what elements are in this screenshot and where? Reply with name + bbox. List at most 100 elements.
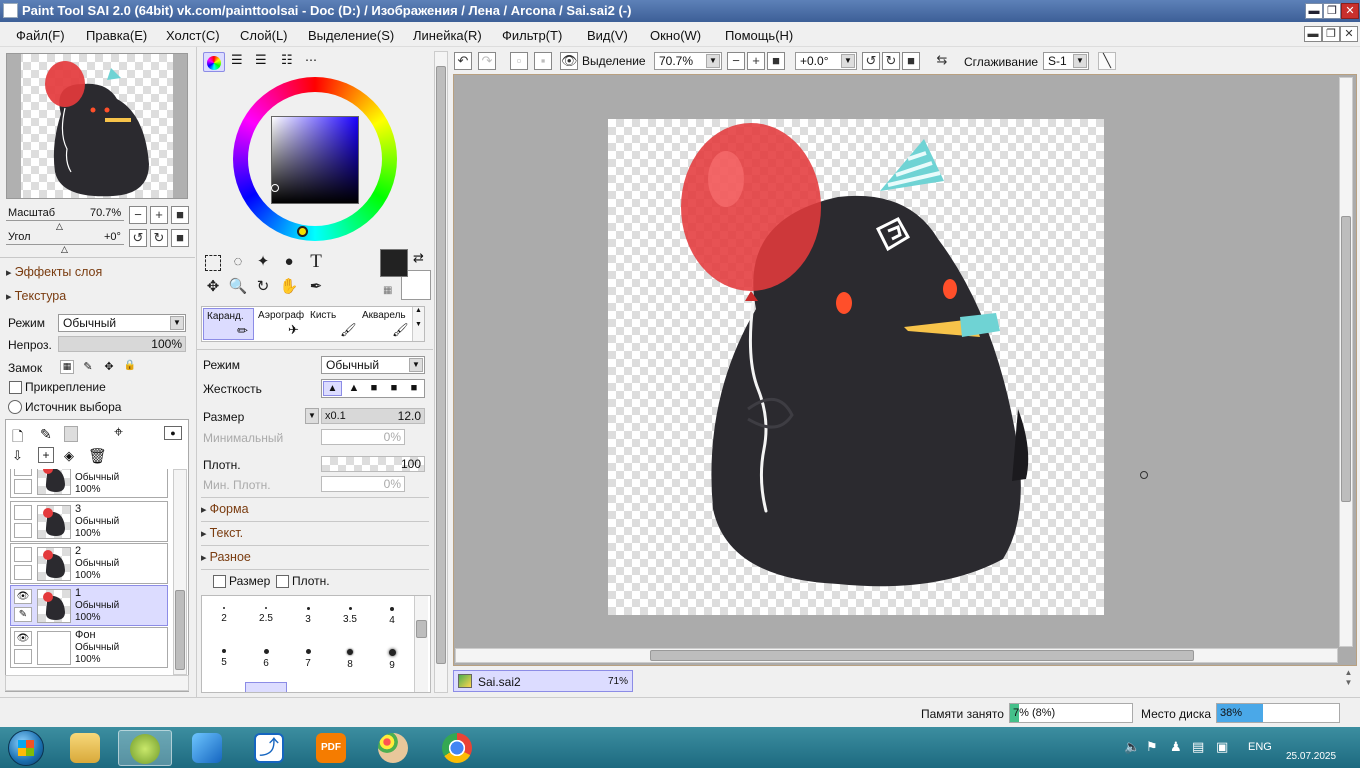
- document-tab[interactable]: Sai.sai2 71%: [453, 670, 633, 692]
- blend-mode-select[interactable]: Обычный ▼: [58, 314, 186, 332]
- rect-select-icon[interactable]: [202, 252, 224, 274]
- navigator-preview[interactable]: [6, 53, 188, 199]
- misc-section[interactable]: Разное: [201, 550, 251, 564]
- brush-size-cell[interactable]: 2: [203, 597, 245, 639]
- delete-layer-icon[interactable]: 🗑: [88, 447, 107, 465]
- scratchpad-tab[interactable]: ⋯: [305, 54, 317, 66]
- move-icon[interactable]: ✥: [202, 277, 224, 299]
- transform-icon[interactable]: ⌖: [114, 424, 123, 442]
- rotate-left-button[interactable]: ↺: [129, 229, 147, 247]
- texture-brush-section[interactable]: Текст.: [201, 526, 244, 540]
- tools-panel-scroll-thumb[interactable]: [436, 66, 446, 664]
- visibility-toggle[interactable]: [14, 469, 32, 476]
- display-icon[interactable]: ▣: [1216, 739, 1228, 755]
- new-folder-icon[interactable]: [64, 426, 78, 442]
- color-picker-handle[interactable]: [271, 184, 279, 192]
- lasso-icon[interactable]: ◌: [227, 252, 249, 274]
- hue-handle[interactable]: [297, 226, 308, 237]
- doc-minimize-button[interactable]: ▬: [1304, 26, 1322, 42]
- shape-section[interactable]: Форма: [201, 502, 249, 516]
- clock-date[interactable]: 25.07.2025: [1286, 751, 1336, 762]
- brush-size-cell[interactable]: 9: [371, 639, 413, 681]
- flip-horizontal-icon[interactable]: ⇆: [933, 52, 951, 70]
- pencil-icon[interactable]: ✎: [14, 607, 32, 622]
- rotate-tool-icon[interactable]: ↻: [252, 277, 274, 299]
- brush-size-cell[interactable]: 6: [245, 639, 287, 681]
- mask-icon[interactable]: ●: [164, 426, 182, 440]
- hand-tool-icon[interactable]: ✋: [278, 277, 300, 299]
- foreground-color-swatch[interactable]: [380, 249, 408, 277]
- lock-transparency-icon[interactable]: ▦: [60, 360, 74, 374]
- menu-file[interactable]: Файл(F): [16, 28, 65, 43]
- brush-size-cell[interactable]: 7: [287, 639, 329, 681]
- zoom-out-button[interactable]: −: [129, 206, 147, 224]
- canvas-vscroll-thumb[interactable]: [1341, 216, 1351, 502]
- brush-size-scrollbar[interactable]: [414, 596, 428, 692]
- new-vector-layer-icon[interactable]: ✎: [40, 426, 52, 443]
- menu-ruler[interactable]: Линейка(R): [413, 28, 482, 43]
- menu-help[interactable]: Помощь(H): [725, 28, 793, 43]
- min-size-slider[interactable]: 0%: [321, 429, 405, 445]
- zoom-slider-handle[interactable]: △: [56, 221, 63, 232]
- layer-hscrollbar[interactable]: [5, 675, 189, 691]
- zoom-slider[interactable]: [6, 220, 124, 221]
- brush-preset-airbrush[interactable]: Аэрограф ✈: [255, 308, 306, 340]
- app-icon-3d[interactable]: [180, 730, 234, 766]
- canvas-angle-select[interactable]: +0.0° ▼: [795, 52, 857, 70]
- doc-restore-button[interactable]: ❐: [1322, 26, 1340, 42]
- brush-size-cell[interactable]: 2.5: [245, 597, 287, 639]
- text-tool-icon[interactable]: T: [305, 252, 327, 274]
- swap-colors-icon[interactable]: ⇄: [413, 250, 424, 266]
- smoothing-select[interactable]: S-1 ▼: [1043, 52, 1089, 70]
- menu-edit[interactable]: Правка(E): [86, 28, 147, 43]
- min-density-slider[interactable]: 0%: [321, 476, 405, 492]
- canvas-hscroll-thumb[interactable]: [650, 650, 1194, 661]
- brush-size-cell-selected[interactable]: [245, 682, 287, 692]
- layer-row-selected[interactable]: 👁 ✎ 1 Обычный 100%: [10, 585, 168, 626]
- brush-mode-select[interactable]: Обычный ▼: [321, 356, 425, 374]
- rotate-reset-button[interactable]: ■: [171, 229, 189, 247]
- lock-toggle[interactable]: [14, 479, 32, 494]
- canvas-zoom-in-button[interactable]: +: [747, 52, 765, 70]
- brush-size-cell[interactable]: 3.5: [329, 597, 371, 639]
- pdf-icon[interactable]: PDF: [304, 730, 358, 766]
- clear-layer-icon[interactable]: ◈: [64, 448, 74, 464]
- line-tool-icon[interactable]: ╲: [1098, 52, 1116, 70]
- rgb-slider-tab[interactable]: ☰: [231, 53, 243, 66]
- hardness-selector[interactable]: ▲ ▲ ■ ■ ■: [321, 379, 425, 398]
- eye-icon[interactable]: 👁: [14, 631, 32, 646]
- network-icon[interactable]: ▤: [1192, 739, 1204, 755]
- brush-preset-pencil[interactable]: Каранд. ✏: [203, 308, 254, 340]
- layer-row[interactable]: 2 Обычный 100%: [10, 543, 168, 584]
- new-layer-plus-icon[interactable]: +: [38, 447, 54, 463]
- visibility-toggle[interactable]: [14, 505, 32, 520]
- hsv-slider-tab[interactable]: ☰: [255, 53, 267, 66]
- brush-size-cell[interactable]: 5: [203, 639, 245, 681]
- chrome-icon[interactable]: [430, 730, 484, 766]
- undo-button[interactable]: ↶: [454, 52, 472, 70]
- menu-view[interactable]: Вид(V): [587, 28, 628, 43]
- brush-size-scroll-thumb[interactable]: [416, 620, 427, 638]
- maximize-button[interactable]: ❐: [1323, 3, 1341, 19]
- menu-selection[interactable]: Выделение(S): [308, 28, 394, 43]
- menu-layer[interactable]: Слой(L): [240, 28, 288, 43]
- volume-icon[interactable]: 🔈: [1124, 739, 1140, 755]
- saturation-value-square[interactable]: [271, 116, 359, 204]
- zoom-reset-button[interactable]: ■: [171, 206, 189, 224]
- canvas[interactable]: [608, 119, 1104, 615]
- lock-toggle[interactable]: [14, 649, 32, 664]
- redo-button[interactable]: ↷: [478, 52, 496, 70]
- canvas-rotate-reset-button[interactable]: ■: [902, 52, 920, 70]
- hardness-option-4[interactable]: ■: [385, 382, 403, 396]
- lock-paint-icon[interactable]: ✎: [81, 360, 95, 374]
- canvas-rotate-right-button[interactable]: ↻: [882, 52, 900, 70]
- lock-toggle[interactable]: [14, 565, 32, 580]
- menu-canvas[interactable]: Холст(C): [166, 28, 220, 43]
- layer-row[interactable]: 👁 Фон Обычный 100%: [10, 627, 168, 668]
- lock-move-icon[interactable]: ✥: [102, 360, 116, 374]
- swatches-tab[interactable]: ☷: [281, 53, 293, 66]
- flag-icon[interactable]: ⚑: [1146, 739, 1158, 755]
- brush-size-cell[interactable]: 8: [329, 639, 371, 681]
- doc-close-button[interactable]: ✕: [1340, 26, 1358, 42]
- tools-panel-scrollbar[interactable]: [434, 51, 448, 693]
